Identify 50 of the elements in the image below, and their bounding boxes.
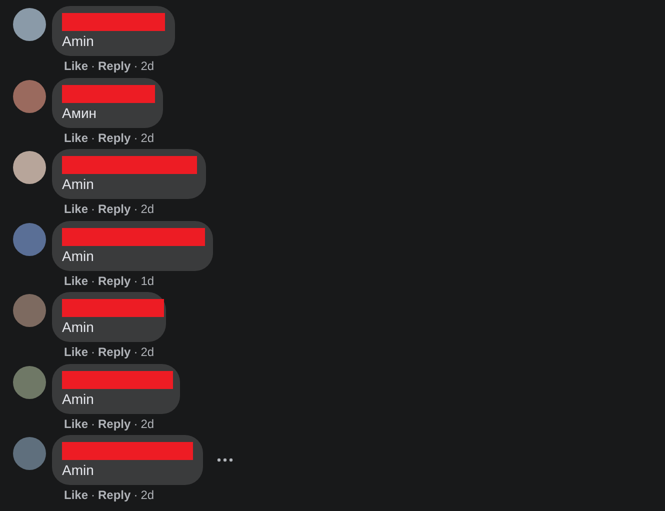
separator: ·	[134, 130, 138, 144]
like-link[interactable]: Like	[64, 416, 88, 430]
like-link[interactable]: Like	[64, 488, 88, 502]
reply-link[interactable]: Reply	[98, 202, 131, 216]
like-link[interactable]: Like	[64, 130, 88, 144]
like-link[interactable]: Like	[64, 202, 88, 216]
separator: ·	[134, 345, 138, 359]
separator: ·	[91, 416, 96, 430]
separator: ·	[134, 274, 138, 288]
comment-text: Amin	[62, 246, 95, 264]
separator: ·	[134, 488, 138, 502]
comment-text: Amin	[62, 318, 95, 336]
separator: ·	[91, 488, 96, 502]
separator: ·	[91, 130, 96, 144]
timestamp[interactable]: 2d	[140, 416, 154, 430]
avatar[interactable]	[13, 437, 46, 470]
separator: ·	[134, 59, 138, 73]
timestamp[interactable]: 2d	[140, 59, 154, 73]
avatar[interactable]	[13, 151, 46, 184]
reply-link[interactable]: Reply	[98, 130, 131, 144]
separator: ·	[91, 59, 96, 73]
avatar[interactable]	[13, 222, 46, 256]
avatar[interactable]	[13, 294, 46, 327]
separator: ·	[91, 274, 96, 288]
avatar[interactable]	[13, 80, 46, 112]
separator: ·	[134, 202, 138, 216]
like-link[interactable]: Like	[64, 345, 88, 359]
timestamp[interactable]: 2d	[140, 488, 154, 502]
reply-link[interactable]: Reply	[98, 59, 131, 73]
avatar[interactable]	[13, 366, 46, 398]
reply-link[interactable]: Reply	[98, 274, 131, 288]
comment-text: Amin	[62, 32, 95, 50]
like-link[interactable]: Like	[64, 274, 88, 288]
timestamp[interactable]: 2d	[140, 130, 154, 144]
avatar[interactable]	[13, 8, 46, 41]
comment-text: Amin	[62, 461, 95, 479]
separator: ·	[134, 416, 138, 430]
comment-text: Амин	[62, 104, 98, 122]
comment-text: Amin	[62, 390, 95, 408]
timestamp[interactable]: 2d	[140, 345, 154, 359]
comment-text: Amin	[62, 175, 95, 193]
like-link[interactable]: Like	[64, 59, 88, 73]
separator: ·	[91, 202, 96, 216]
reply-link[interactable]: Reply	[98, 416, 131, 430]
reply-link[interactable]: Reply	[98, 345, 131, 359]
more-options-icon[interactable]	[217, 458, 233, 462]
reply-link[interactable]: Reply	[98, 488, 131, 502]
timestamp[interactable]: 2d	[140, 202, 154, 216]
separator: ·	[91, 345, 96, 359]
timestamp[interactable]: 1d	[140, 274, 154, 288]
